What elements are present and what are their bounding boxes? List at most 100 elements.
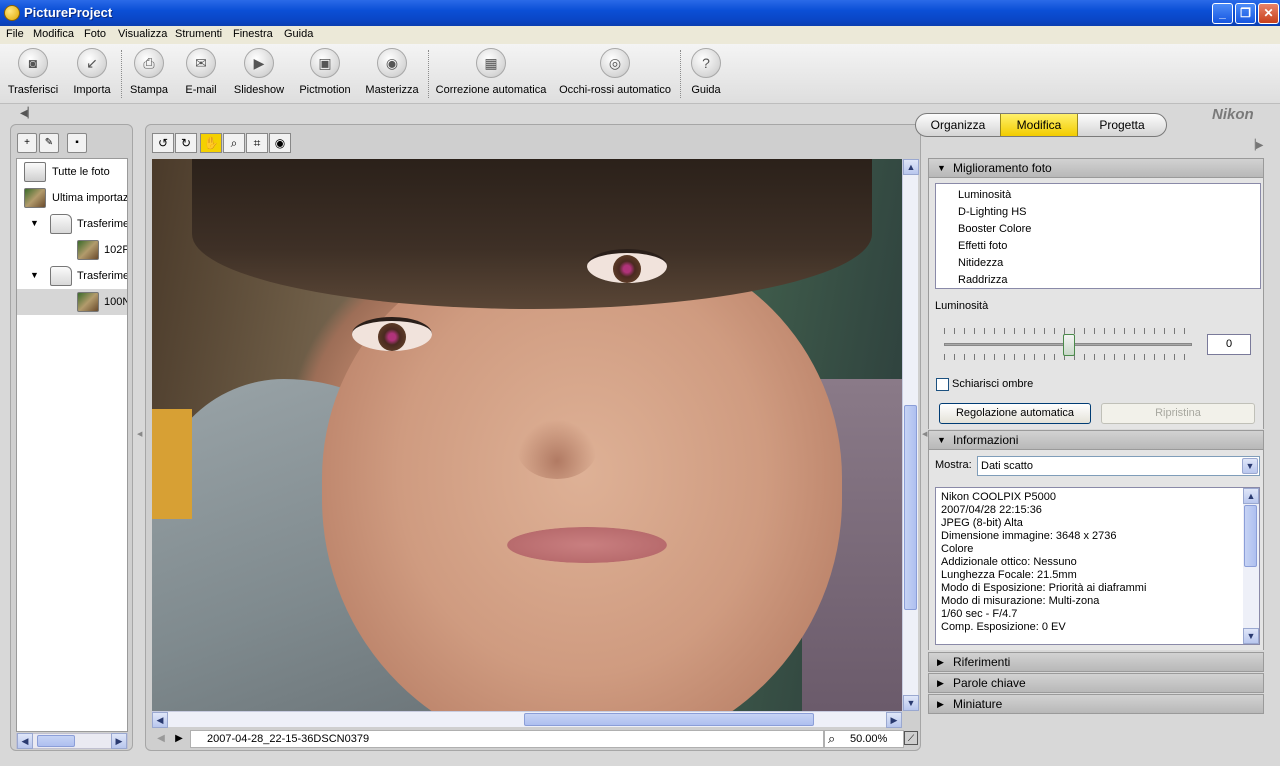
menu-visualizza[interactable]: Visualizza — [118, 28, 167, 40]
section-keywords-header[interactable]: ▶ Parole chiave — [928, 673, 1264, 693]
mode-tabs: Organizza Modifica Progetta — [915, 113, 1167, 137]
minimize-button[interactable]: _ — [1212, 3, 1233, 24]
tab-modifica[interactable]: Modifica — [1000, 114, 1078, 136]
scroll-right-icon[interactable]: ▶ — [111, 733, 127, 749]
trasferisci-button[interactable]: ◙ Trasferisci — [4, 48, 62, 102]
section-title: Riferimenti — [953, 655, 1011, 669]
image-horizontal-scrollbar[interactable]: ◀ ▶ — [152, 711, 902, 728]
tree-item-all-photos[interactable]: Tutte le foto — [17, 159, 127, 185]
tab-organizza[interactable]: Organizza — [916, 114, 1000, 136]
pictmotion-button[interactable]: ▣ Pictmotion — [296, 48, 354, 102]
left-horizontal-scrollbar[interactable]: ◀ ▶ — [16, 733, 128, 749]
collapse-right-panel-icon[interactable]: ▕▶ — [1248, 140, 1263, 151]
red-eye-tool-icon[interactable]: ◉ — [269, 133, 291, 153]
help-icon: ? — [691, 48, 721, 78]
tree-item-transfer-2[interactable]: ▼ Trasferimento — [17, 263, 127, 289]
stampa-button[interactable]: ⎙ Stampa — [126, 48, 172, 102]
photo-canvas[interactable] — [152, 159, 902, 711]
info-scroll-thumb[interactable] — [1244, 505, 1257, 567]
vertical-scroll-thumb[interactable] — [904, 405, 917, 610]
photo-thumbnail-icon — [77, 292, 99, 312]
next-image-icon[interactable]: ▶ — [170, 731, 188, 747]
menu-guida[interactable]: Guida — [284, 28, 313, 40]
luminosity-slider-knob[interactable] — [1063, 334, 1075, 356]
edit-folder-icon[interactable]: ✎ — [39, 133, 59, 153]
correzione-automatica-button[interactable]: ▦ Correzione automatica — [434, 48, 548, 102]
previous-image-icon[interactable]: ◀ — [152, 731, 170, 747]
image-vertical-scrollbar[interactable]: ▲ ▼ — [902, 159, 919, 711]
info-line: 1/60 sec - F/4.7 — [941, 608, 1018, 620]
email-button[interactable]: ✉ E-mail — [180, 48, 222, 102]
horizontal-scroll-thumb[interactable] — [524, 713, 814, 726]
menu-foto[interactable]: Foto — [84, 28, 106, 40]
importa-label: Importa — [73, 84, 111, 96]
hand-tool-icon[interactable]: ✋ — [200, 133, 222, 153]
view-toggle-icon[interactable]: ▪ — [67, 133, 87, 153]
list-item[interactable]: Effetti foto — [958, 240, 1007, 252]
info-scrollbar[interactable]: ▲ ▼ — [1243, 488, 1259, 644]
toolbar-divider — [680, 50, 681, 98]
menu-finestra[interactable]: Finestra — [233, 28, 273, 40]
section-title: Informazioni — [953, 433, 1019, 447]
info-line: Modo di Esposizione: Priorità ai diafram… — [941, 582, 1147, 594]
auto-adjust-button[interactable]: Regolazione automatica — [939, 403, 1091, 424]
scroll-left-icon[interactable]: ◀ — [152, 712, 168, 728]
photo-shirt-detail — [152, 409, 192, 519]
show-select[interactable]: Dati scatto ▼ — [977, 456, 1260, 476]
list-item[interactable]: Luminosità — [958, 189, 1011, 201]
scroll-down-icon[interactable]: ▼ — [903, 695, 919, 711]
scroll-left-icon[interactable]: ◀ — [17, 733, 33, 749]
tree-item-last-import[interactable]: Ultima importazione — [17, 185, 128, 211]
section-thumbnails-header[interactable]: ▶ Miniature — [928, 694, 1264, 714]
reset-button[interactable]: Ripristina — [1101, 403, 1255, 424]
chevron-down-icon[interactable]: ▼ — [1242, 458, 1258, 474]
photos-stack-icon — [24, 162, 46, 182]
new-folder-icon[interactable]: + — [17, 133, 37, 153]
section-info-header[interactable]: ▼ Informazioni — [928, 430, 1264, 450]
menu-strumenti[interactable]: Strumenti — [175, 28, 222, 40]
importa-button[interactable]: ↙ Importa — [66, 48, 118, 102]
photo-thumbnail-icon — [24, 188, 46, 208]
maximize-button[interactable]: ❐ — [1235, 3, 1256, 24]
rotate-right-icon[interactable]: ↻ — [175, 133, 197, 153]
list-item[interactable]: Raddrizza — [958, 274, 1008, 286]
scroll-thumb[interactable] — [37, 735, 75, 747]
photo-hair — [192, 159, 872, 309]
menu-modifica[interactable]: Modifica — [33, 28, 74, 40]
collapse-left-panel-icon[interactable]: ◀▏ — [20, 108, 35, 119]
slideshow-button[interactable]: ▶ Slideshow — [230, 48, 288, 102]
tab-progetta[interactable]: Progetta — [1078, 114, 1166, 136]
tree-item-transfer-1[interactable]: ▼ Trasferimento — [17, 211, 127, 237]
rotate-left-icon[interactable]: ↺ — [152, 133, 174, 153]
list-item[interactable]: D-Lighting HS — [958, 206, 1026, 218]
occhi-rossi-button[interactable]: ◎ Occhi-rossi automatico — [556, 48, 674, 102]
guida-button[interactable]: ? Guida — [686, 48, 726, 102]
occhi-rossi-label: Occhi-rossi automatico — [559, 84, 671, 96]
section-enhance-header[interactable]: ▼ Miglioramento foto — [928, 158, 1264, 178]
folder-tree: Tutte le foto Ultima importazione ▼ Tras… — [16, 158, 128, 732]
scroll-down-icon[interactable]: ▼ — [1243, 628, 1259, 644]
fit-to-window-icon[interactable]: ⟋ — [904, 731, 918, 745]
list-item[interactable]: Nitidezza — [958, 257, 1003, 269]
masterizza-button[interactable]: ◉ Masterizza — [362, 48, 422, 102]
zoom-tool-icon[interactable]: ⌕ — [223, 133, 245, 153]
tree-item-102p[interactable]: 102P — [17, 237, 127, 263]
close-button[interactable]: ✕ — [1258, 3, 1279, 24]
scroll-up-icon[interactable]: ▲ — [903, 159, 919, 175]
tree-item-100n[interactable]: 100N — [17, 289, 127, 315]
menu-file[interactable]: File — [6, 28, 24, 40]
crop-tool-icon[interactable]: ⌗ — [246, 133, 268, 153]
scroll-right-icon[interactable]: ▶ — [886, 712, 902, 728]
expand-arrow-icon[interactable]: ▼ — [30, 270, 39, 280]
left-splitter-handle[interactable]: ◀ — [137, 430, 142, 438]
expand-arrow-icon[interactable]: ▼ — [30, 218, 39, 228]
section-references-header[interactable]: ▶ Riferimenti — [928, 652, 1264, 672]
scroll-up-icon[interactable]: ▲ — [1243, 488, 1259, 504]
section-title: Miniature — [953, 697, 1003, 711]
shadow-checkbox[interactable] — [936, 378, 949, 391]
zoom-value[interactable]: 50.00% — [850, 733, 887, 745]
tree-item-label: Ultima importazione — [52, 192, 128, 204]
list-item[interactable]: Booster Colore — [958, 223, 1031, 235]
title-bar: PictureProject _ ❐ ✕ — [0, 0, 1280, 26]
luminosity-input[interactable]: 0 — [1207, 334, 1251, 355]
